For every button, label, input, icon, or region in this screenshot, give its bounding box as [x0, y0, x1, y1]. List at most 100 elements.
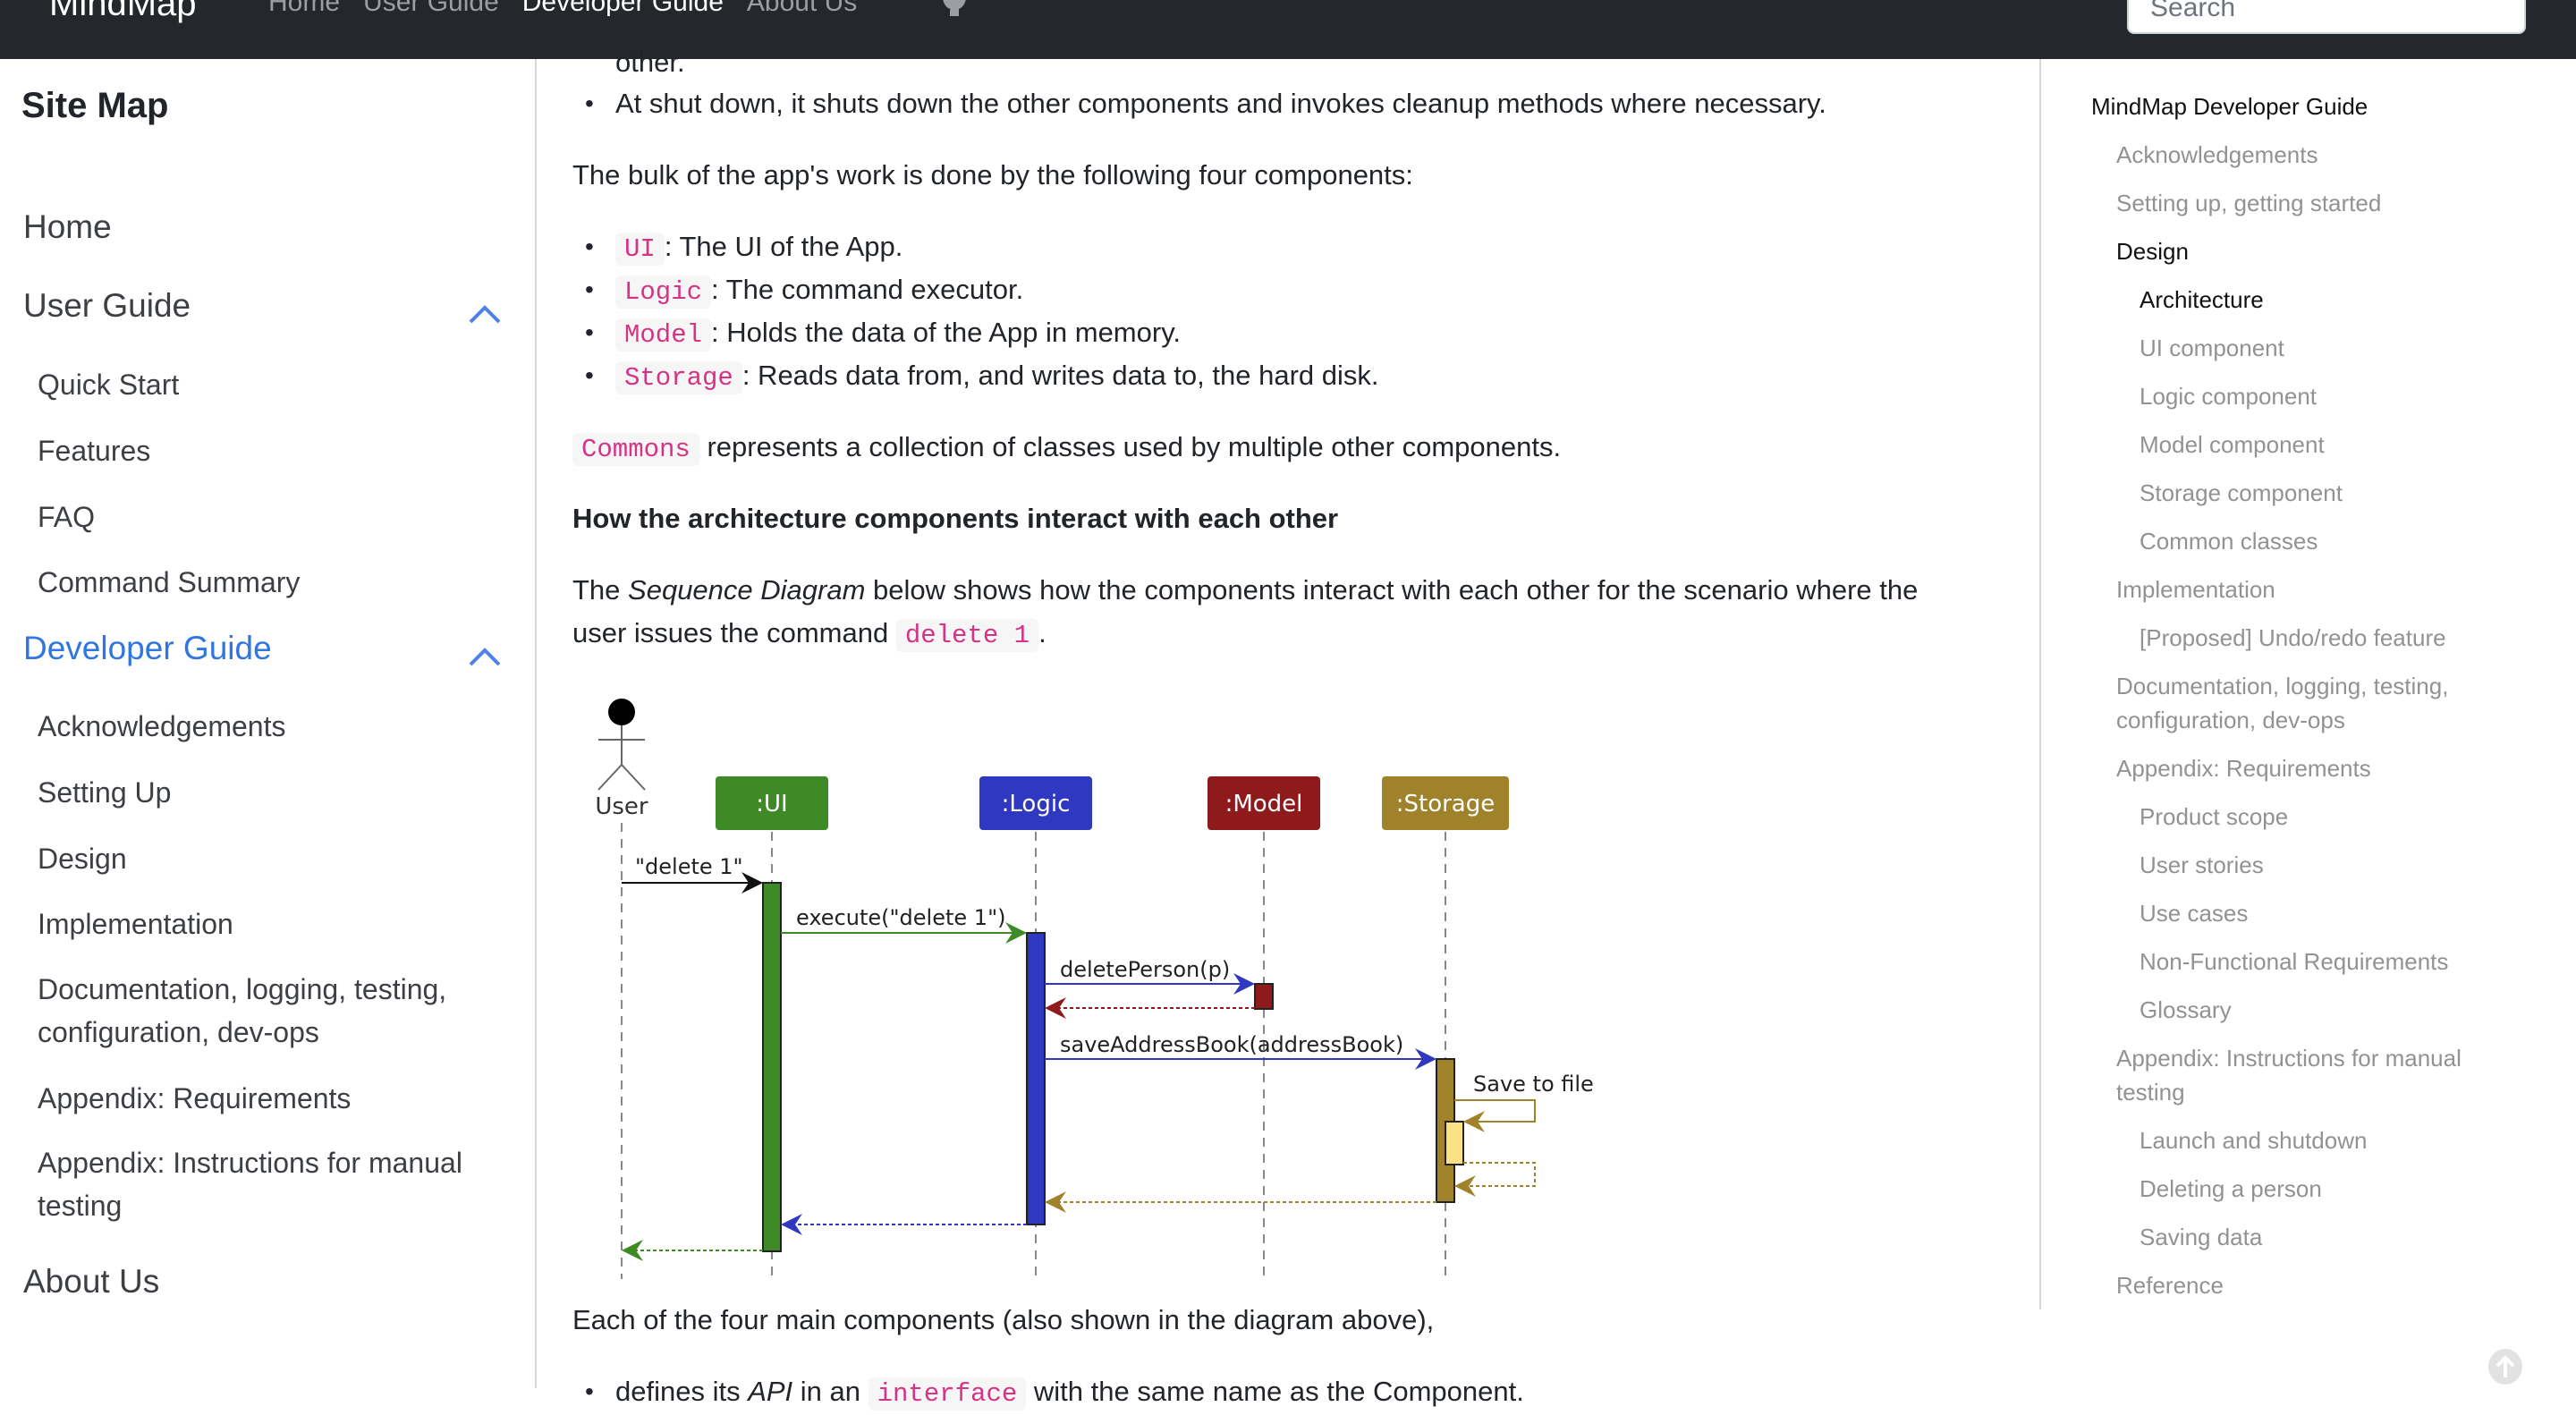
- bullet: •: [585, 89, 594, 117]
- toc-item[interactable]: Model component: [2140, 428, 2325, 462]
- chevron-up-icon[interactable]: [467, 301, 503, 326]
- svg-text:saveAddressBook(addressBook): saveAddressBook(addressBook): [1060, 1032, 1403, 1057]
- actor-user: User: [595, 699, 648, 820]
- sidebar-item-faq[interactable]: FAQ: [38, 496, 503, 538]
- sequence-diagram: User :UI :Logic :Model :Storage "delete …: [595, 699, 1594, 1279]
- sidebar-item-command-summary[interactable]: Command Summary: [38, 561, 503, 604]
- sidebar-item-features[interactable]: Features: [38, 429, 503, 472]
- activation-ui: [762, 882, 782, 1252]
- sidebar-item-appendix-manual-testing[interactable]: Appendix: Instructions for manual testin…: [38, 1141, 503, 1227]
- actor-label: User: [595, 793, 648, 820]
- sidebar-item-quick-start[interactable]: Quick Start: [38, 363, 503, 406]
- message-delete-person: deletePerson(p): [1045, 957, 1255, 995]
- toc-item[interactable]: Acknowledgements: [2116, 138, 2318, 172]
- participant-model: :Model: [1208, 776, 1320, 830]
- toc-item[interactable]: [Proposed] Undo/redo feature: [2140, 621, 2446, 655]
- sidebar-item-setting-up[interactable]: Setting Up: [38, 771, 503, 814]
- table-of-contents: MindMap Developer Guide Acknowledgements…: [2039, 59, 2576, 1309]
- message-save-address-book: saveAddressBook(addressBook): [1045, 1032, 1436, 1070]
- participant-storage: :Storage: [1382, 776, 1509, 830]
- interact-heading: How the architecture components interact…: [572, 503, 1339, 534]
- clipped-text: other.: [615, 47, 685, 78]
- sidebar-item-user-guide[interactable]: User Guide: [23, 287, 191, 325]
- sidebar-item-appendix-requirements[interactable]: Appendix: Requirements: [38, 1077, 503, 1120]
- bullet: •: [585, 318, 594, 346]
- toc-item[interactable]: Implementation: [2116, 572, 2275, 606]
- toc-item[interactable]: Deleting a person: [2140, 1172, 2322, 1206]
- svg-text::Storage: :Storage: [1396, 791, 1496, 818]
- site-map-title: Site Map: [21, 86, 169, 125]
- toc-item[interactable]: UI component: [2140, 331, 2284, 365]
- sidebar-item-developer-guide[interactable]: Developer Guide: [23, 630, 272, 667]
- scroll-to-top-button[interactable]: [2488, 1349, 2522, 1385]
- bullet: •: [585, 1377, 594, 1405]
- toc-item[interactable]: Appendix: Requirements: [2116, 751, 2371, 785]
- toc-item[interactable]: Documentation, logging, testing, configu…: [2116, 669, 2510, 737]
- code-delete-1: delete 1: [895, 619, 1039, 652]
- toc-item[interactable]: Reference: [2116, 1268, 2224, 1302]
- commons-paragraph: Commons represents a collection of class…: [572, 426, 1561, 471]
- toc-item[interactable]: User stories: [2140, 848, 2264, 882]
- nav-link-about-us[interactable]: About Us: [747, 0, 857, 18]
- bullet: •: [585, 275, 594, 303]
- toc-item[interactable]: Saving data: [2140, 1220, 2262, 1254]
- component-ui: UI: The UI of the App.: [615, 225, 902, 271]
- code-logic: Logic: [615, 275, 712, 309]
- toc-item[interactable]: Non-Functional Requirements: [2140, 945, 2448, 979]
- toc-item[interactable]: Glossary: [2140, 993, 2232, 1027]
- arrow-up-icon: [2496, 1355, 2515, 1377]
- code-ui: UI: [615, 233, 665, 266]
- participant-logic: :Logic: [979, 776, 1092, 830]
- chevron-up-icon[interactable]: [467, 643, 503, 668]
- sidebar-item-about-us[interactable]: About Us: [23, 1263, 159, 1301]
- toc-item[interactable]: Use cases: [2140, 896, 2248, 930]
- message-save-to-file: Save to file: [1454, 1072, 1594, 1132]
- component-storage: Storage: Reads data from, and writes dat…: [615, 354, 1378, 400]
- toc-item[interactable]: Appendix: Instructions for manual testin…: [2116, 1041, 2510, 1109]
- nav-link-home[interactable]: Home: [268, 0, 340, 18]
- code-storage: Storage: [615, 361, 742, 394]
- svg-text:deletePerson(p): deletePerson(p): [1060, 957, 1230, 982]
- toc-item[interactable]: Logic component: [2140, 379, 2317, 413]
- nav-link-developer-guide[interactable]: Developer Guide: [522, 0, 724, 18]
- toc-item-active[interactable]: Architecture: [2140, 283, 2264, 317]
- bullet: •: [585, 233, 594, 260]
- toc-item[interactable]: Design: [2116, 234, 2189, 268]
- svg-text::Model: :Model: [1225, 791, 1303, 818]
- nav-link-user-guide[interactable]: User Guide: [363, 0, 499, 18]
- toc-item[interactable]: Launch and shutdown: [2140, 1123, 2367, 1157]
- site-map-sidebar: Site Map Home User Guide Quick Start Fea…: [0, 59, 537, 1388]
- sidebar-item-acknowledgements[interactable]: Acknowledgements: [38, 705, 503, 748]
- sidebar-item-implementation[interactable]: Implementation: [38, 902, 503, 945]
- svg-text::Logic: :Logic: [1002, 791, 1071, 818]
- sidebar-item-design[interactable]: Design: [38, 837, 503, 880]
- toc-item[interactable]: Product scope: [2140, 800, 2288, 834]
- github-icon[interactable]: [939, 0, 970, 16]
- toc-item[interactable]: Storage component: [2140, 476, 2343, 510]
- sequence-intro-line1: The Sequence Diagram below shows how the…: [572, 574, 1919, 606]
- sidebar-item-documentation[interactable]: Documentation, logging, testing, configu…: [38, 968, 503, 1054]
- top-navbar: MindMap Home User Guide Developer Guide …: [0, 0, 2576, 59]
- svg-text:execute("delete 1"): execute("delete 1"): [796, 905, 1005, 930]
- search-input[interactable]: [2127, 0, 2526, 34]
- toc-item[interactable]: Setting up, getting started: [2116, 186, 2381, 220]
- message-execute: execute("delete 1"): [781, 905, 1027, 944]
- activation-logic: [1026, 932, 1046, 1225]
- message-delete-1: "delete 1": [622, 854, 763, 894]
- sidebar-item-home[interactable]: Home: [23, 208, 112, 246]
- code-interface: interface: [868, 1377, 1027, 1411]
- activation-storage-self: [1445, 1121, 1464, 1165]
- brand-logo[interactable]: MindMap: [49, 0, 197, 24]
- each-of-paragraph: Each of the four main components (also s…: [572, 1304, 1435, 1335]
- shutdown-bullet-text: At shut down, it shuts down the other co…: [615, 88, 1826, 119]
- activation-model: [1254, 983, 1274, 1010]
- toc-item[interactable]: Common classes: [2140, 524, 2318, 558]
- component-model: Model: Holds the data of the App in memo…: [615, 311, 1181, 357]
- nav-links: Home User Guide Developer Guide About Us: [268, 0, 880, 18]
- svg-text:"delete 1": "delete 1": [635, 854, 743, 879]
- sequence-intro-line2: user issues the command delete 1.: [572, 617, 1046, 652]
- svg-text:Save to file: Save to file: [1473, 1072, 1594, 1097]
- message-self-return: [1454, 1162, 1536, 1197]
- defines-api-bullet: defines its API in an interface with the…: [615, 1376, 1524, 1411]
- toc-item[interactable]: MindMap Developer Guide: [2091, 89, 2368, 123]
